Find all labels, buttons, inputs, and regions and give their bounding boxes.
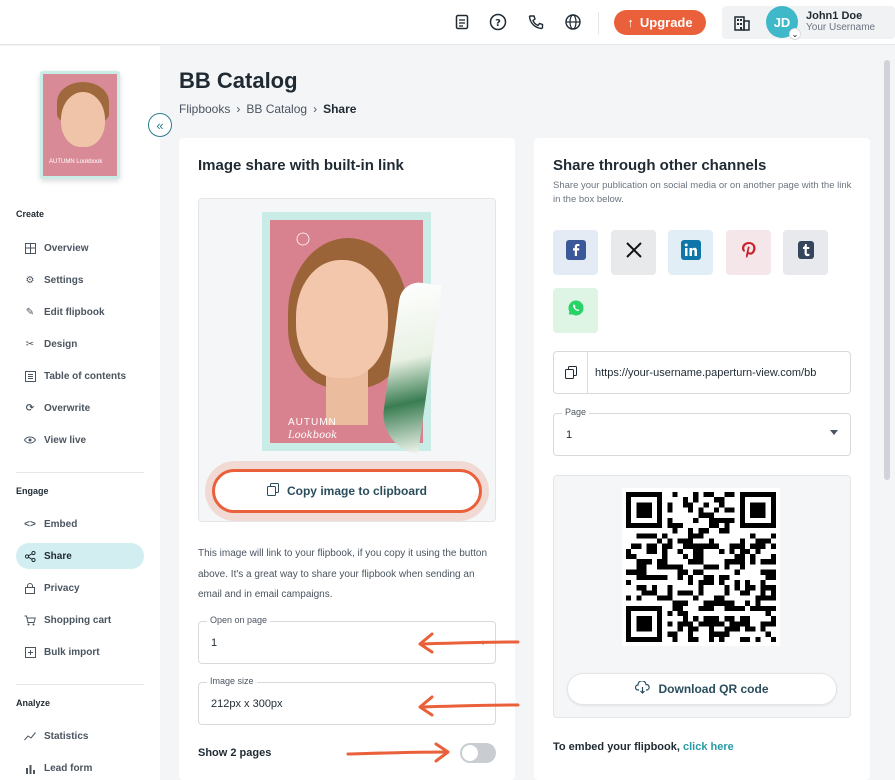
page-title: BB Catalog <box>179 68 298 93</box>
chart-bar-icon <box>24 762 36 774</box>
facebook-icon <box>565 240 586 265</box>
share-link-value: https://your-username.paperturn-view.com… <box>595 367 817 379</box>
copy-link-icon[interactable] <box>554 352 588 393</box>
chevron-down-icon: ⌄ <box>789 28 801 40</box>
breadcrumb-bb-catalog[interactable]: BB Catalog <box>246 102 307 116</box>
layout-icon <box>24 242 36 254</box>
image-share-description: This image will link to your flipbook, i… <box>198 548 488 600</box>
embed-text: To embed your flipbook, click here <box>553 741 734 753</box>
sidebar-item-design[interactable]: ✂ Design <box>16 331 144 357</box>
section-analyze: Analyze <box>16 698 51 708</box>
refresh-icon: ⟳ <box>25 402 35 414</box>
avatar[interactable]: JD ⌄ <box>766 6 801 40</box>
share-icon <box>24 550 36 562</box>
annotation-arrow-icon <box>418 632 520 654</box>
help-icon[interactable]: ? <box>488 12 508 32</box>
section-engage: Engage <box>16 486 49 496</box>
arrow-up-icon: ↑ <box>627 15 634 30</box>
phone-icon[interactable] <box>526 12 546 32</box>
sidebar-divider <box>16 472 144 473</box>
linkedin-icon <box>680 240 701 265</box>
sidebar-item-edit-flipbook[interactable]: ✎ Edit flipbook <box>16 299 144 325</box>
download-qr-button[interactable]: Download QR code <box>567 673 837 705</box>
sidebar-item-statistics[interactable]: Statistics <box>16 723 144 749</box>
thumbnail-caption: AUTUMN Lookbook <box>49 159 103 165</box>
other-channels-subtitle: Share your publication on social media o… <box>553 180 852 205</box>
user-username: Your Username <box>806 22 876 33</box>
sidebar-item-overwrite[interactable]: ⟳ Overwrite <box>16 395 144 421</box>
lock-icon <box>24 582 36 594</box>
breadcrumb-flipbooks[interactable]: Flipbooks <box>179 102 230 116</box>
upgrade-button[interactable]: ↑ Upgrade <box>614 10 706 35</box>
embed-click-here-link[interactable]: click here <box>683 741 734 753</box>
sidebar-item-privacy[interactable]: Privacy <box>16 575 144 601</box>
show-two-pages-toggle[interactable] <box>460 743 496 763</box>
pinterest-icon <box>739 240 759 265</box>
pinterest-share-button[interactable] <box>726 230 771 275</box>
dropdown-caret-icon <box>830 430 838 435</box>
annotation-arrow-icon <box>346 742 450 763</box>
scrollbar[interactable] <box>884 60 890 780</box>
x-icon <box>625 241 643 264</box>
download-icon <box>635 680 651 697</box>
copy-image-button[interactable]: Copy image to clipboard <box>212 469 482 513</box>
brand-logo <box>296 232 310 248</box>
other-channels-title: Share through other channels <box>553 157 767 174</box>
sidebar-item-shopping-cart[interactable]: Shopping cart <box>16 607 144 633</box>
design-icon: ✂ <box>25 338 35 350</box>
gear-icon: ⚙ <box>25 274 35 286</box>
flipbook-thumbnail[interactable]: AUTUMN Lookbook <box>40 71 120 179</box>
chevron-right-icon: › <box>236 102 241 116</box>
breadcrumb-current: Share <box>323 102 357 116</box>
svg-text:?: ? <box>495 18 501 29</box>
sidebar-item-bulk-import[interactable]: Bulk import <box>16 639 144 665</box>
sidebar-item-lead-form[interactable]: Lead form <box>16 755 144 780</box>
globe-icon[interactable] <box>563 12 583 32</box>
tumblr-share-button[interactable] <box>783 230 828 275</box>
import-icon <box>24 646 36 658</box>
sidebar-item-overview[interactable]: Overview <box>16 235 144 261</box>
sidebar-item-share[interactable]: Share <box>16 543 144 569</box>
sidebar-item-embed[interactable]: <> Embed <box>16 511 144 537</box>
collapse-sidebar-button[interactable]: « <box>148 113 172 137</box>
breadcrumb: Flipbooks › BB Catalog › Share <box>179 102 356 116</box>
building-icon[interactable] <box>732 13 752 33</box>
image-share-title: Image share with built-in link <box>198 157 404 174</box>
sidebar-item-view-live[interactable]: View live <box>16 427 144 453</box>
chart-line-icon <box>24 730 36 742</box>
qr-code <box>622 488 780 646</box>
copy-icon <box>266 483 279 499</box>
facebook-share-button[interactable] <box>553 230 598 275</box>
sidebar-divider <box>16 684 144 685</box>
section-create: Create <box>16 209 45 219</box>
cover-title: AUTUMN <box>288 417 337 428</box>
cart-icon <box>24 614 36 626</box>
list-icon <box>24 370 36 382</box>
document-icon[interactable] <box>452 12 472 32</box>
linkedin-share-button[interactable] <box>668 230 713 275</box>
show-two-pages-label: Show 2 pages <box>198 747 272 759</box>
page-select[interactable]: Page 1 <box>553 407 851 456</box>
sidebar-item-settings[interactable]: ⚙ Settings <box>16 267 144 293</box>
x-share-button[interactable] <box>611 230 656 275</box>
eye-icon <box>24 434 36 446</box>
whatsapp-share-button[interactable] <box>553 288 598 333</box>
whatsapp-icon <box>567 299 585 322</box>
chevron-right-icon: › <box>313 102 318 116</box>
cover-image: AUTUMN Lookbook <box>262 212 442 454</box>
user-name: John1 Doe <box>806 10 863 22</box>
annotation-arrow-icon <box>418 695 520 717</box>
sidebar-item-table-of-contents[interactable]: Table of contents <box>16 363 144 389</box>
topbar-divider <box>598 12 599 34</box>
cover-subtitle: Lookbook <box>288 430 338 441</box>
tumblr-icon <box>797 240 815 265</box>
pencil-icon: ✎ <box>25 306 35 318</box>
share-link-field[interactable]: https://your-username.paperturn-view.com… <box>553 351 851 394</box>
code-icon: <> <box>24 518 36 530</box>
top-bar: ? ↑ Upgrade JD ⌄ John1 Doe Your Username <box>0 0 895 45</box>
